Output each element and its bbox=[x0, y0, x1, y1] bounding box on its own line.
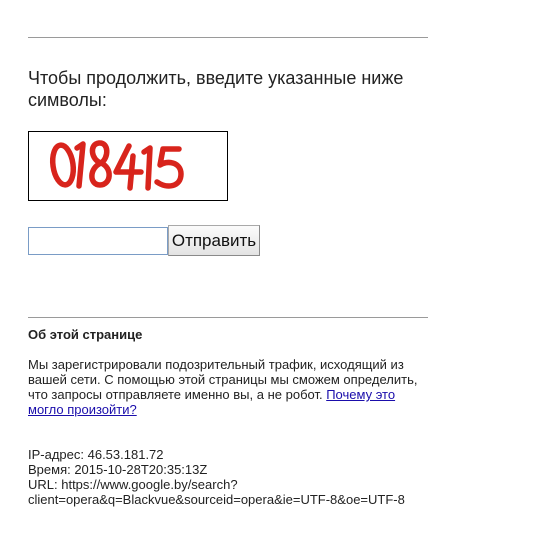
request-url-line-1: URL: https://www.google.by/search? bbox=[28, 477, 238, 492]
about-page-text: Мы зарегистрировали подозрительный трафи… bbox=[28, 357, 428, 417]
request-time: Время: 2015-10-28T20:35:13Z bbox=[28, 462, 208, 477]
prompt-line-1: Чтобы продолжить, введите указанные ниже bbox=[28, 68, 404, 88]
prompt-line-2: символы: bbox=[28, 90, 107, 110]
bottom-divider bbox=[28, 317, 428, 318]
captcha-svg bbox=[49, 140, 184, 191]
ip-address: IP-адрес: 46.53.181.72 bbox=[28, 447, 164, 462]
about-page-heading: Об этой странице bbox=[28, 327, 143, 342]
captcha-glyph bbox=[154, 146, 184, 189]
captcha-glyphs bbox=[49, 140, 184, 191]
captcha-glyph bbox=[89, 140, 112, 188]
captcha-glyph bbox=[113, 143, 144, 191]
captcha-answer-input[interactable] bbox=[28, 227, 168, 255]
prompt-text: Чтобы продолжить, введите указанные ниже… bbox=[28, 67, 428, 111]
request-info: IP-адрес: 46.53.181.72 Время: 2015-10-28… bbox=[28, 447, 428, 507]
captcha-glyph bbox=[74, 141, 86, 189]
captcha-glyph bbox=[49, 142, 77, 188]
captcha-image bbox=[28, 131, 228, 201]
captcha-glyph bbox=[141, 145, 153, 191]
top-divider bbox=[28, 37, 428, 38]
submit-button[interactable]: Отправить bbox=[168, 225, 260, 256]
request-url-line-2: client=opera&q=Blackvue&sourceid=opera&i… bbox=[28, 492, 405, 507]
